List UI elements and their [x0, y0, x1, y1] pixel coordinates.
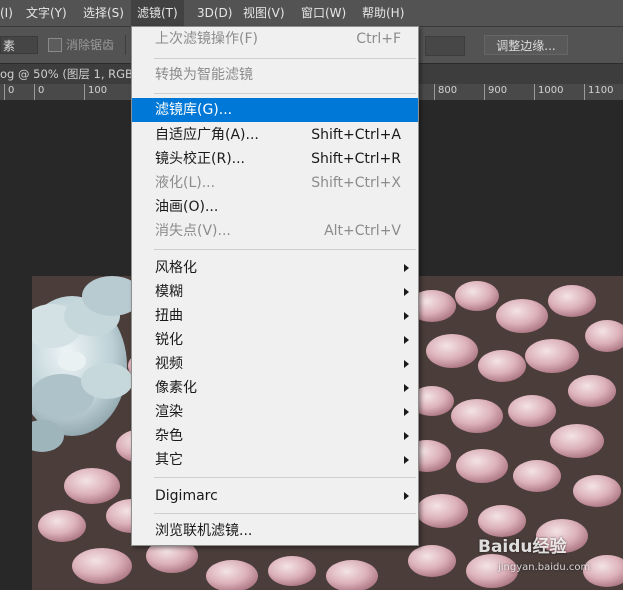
- menu-item-stylize[interactable]: 风格化: [132, 256, 418, 280]
- menu-item-adaptive-wide-angle[interactable]: 自适应广角(A)... Shift+Ctrl+A: [132, 123, 418, 147]
- submenu-arrow-icon: [404, 432, 409, 440]
- menu-item-oil-paint[interactable]: 油画(O)...: [132, 195, 418, 219]
- submenu-arrow-icon: [404, 264, 409, 272]
- menu-item-video[interactable]: 视频: [132, 352, 418, 376]
- baidu-watermark: Baidu经验: [478, 532, 567, 557]
- submenu-arrow-icon: [404, 288, 409, 296]
- submenu-arrow-icon: [404, 384, 409, 392]
- ruler-tick: 100: [84, 84, 107, 100]
- menu-item-browse-online-filters[interactable]: 浏览联机滤镜...: [132, 519, 418, 543]
- menu-divider: [154, 513, 416, 514]
- height-field[interactable]: [425, 36, 465, 56]
- menu-item-other[interactable]: 其它: [132, 448, 418, 472]
- menu-divider: [154, 93, 416, 94]
- menu-item-lens-correction[interactable]: 镜头校正(R)... Shift+Ctrl+R: [132, 147, 418, 171]
- menu-item-pixelate[interactable]: 像素化: [132, 376, 418, 400]
- menu-divider: [154, 477, 416, 478]
- submenu-arrow-icon: [404, 336, 409, 344]
- menu-item-sharpen[interactable]: 锐化: [132, 328, 418, 352]
- menu-type[interactable]: 文字(Y): [26, 0, 67, 26]
- ruler-tick: 800: [434, 84, 457, 100]
- ruler-tick: 0: [34, 84, 44, 100]
- antialias-label: 消除锯齿: [66, 38, 115, 52]
- menu-bar: (I) 文字(Y) 选择(S) 滤镜(T) 3D(D) 视图(V) 窗口(W) …: [0, 0, 623, 27]
- options-separator: [125, 35, 126, 55]
- ruler-tick: 1100: [584, 84, 613, 100]
- antialias-checkbox[interactable]: [48, 38, 62, 52]
- baidu-watermark-text: Baidu经验: [478, 537, 567, 557]
- menu-divider: [154, 249, 416, 250]
- document-tab[interactable]: og @ 50% (图层 1, RGB/: [0, 64, 137, 84]
- baidu-watermark-url: jingyan.baidu.com: [498, 562, 591, 573]
- filter-menu-dropdown: 上次滤镜操作(F) Ctrl+F 转换为智能滤镜 滤镜库(G)... 自适应广角…: [131, 26, 419, 546]
- menu-filter[interactable]: 滤镜(T): [131, 0, 184, 26]
- menu-image[interactable]: (I): [0, 0, 13, 26]
- menu-item-filter-gallery[interactable]: 滤镜库(G)...: [132, 98, 418, 122]
- menu-3d[interactable]: 3D(D): [197, 0, 232, 26]
- menu-help[interactable]: 帮助(H): [362, 0, 404, 26]
- menu-window[interactable]: 窗口(W): [301, 0, 346, 26]
- submenu-arrow-icon: [404, 408, 409, 416]
- menu-item-digimarc[interactable]: Digimarc: [132, 484, 418, 508]
- menu-item-blur[interactable]: 模糊: [132, 280, 418, 304]
- menu-select[interactable]: 选择(S): [83, 0, 124, 26]
- menu-divider: [154, 58, 416, 59]
- menu-item-liquify[interactable]: 液化(L)... Shift+Ctrl+X: [132, 171, 418, 195]
- feather-input[interactable]: 素: [0, 36, 38, 54]
- submenu-arrow-icon: [404, 312, 409, 320]
- ruler-tick: 900: [484, 84, 507, 100]
- menu-item-last-filter[interactable]: 上次滤镜操作(F) Ctrl+F: [132, 27, 418, 51]
- menu-item-convert-smart-filter[interactable]: 转换为智能滤镜: [132, 63, 418, 87]
- submenu-arrow-icon: [404, 360, 409, 368]
- submenu-arrow-icon: [404, 456, 409, 464]
- submenu-arrow-icon: [404, 492, 409, 500]
- ruler-tick: 1000: [534, 84, 563, 100]
- refine-edge-button[interactable]: 调整边缘...: [484, 35, 568, 55]
- menu-item-distort[interactable]: 扭曲: [132, 304, 418, 328]
- menu-item-vanishing-point[interactable]: 消失点(V)... Alt+Ctrl+V: [132, 219, 418, 243]
- ruler-tick: 0: [4, 84, 14, 100]
- menu-view[interactable]: 视图(V): [243, 0, 285, 26]
- menu-item-noise[interactable]: 杂色: [132, 424, 418, 448]
- menu-item-render[interactable]: 渲染: [132, 400, 418, 424]
